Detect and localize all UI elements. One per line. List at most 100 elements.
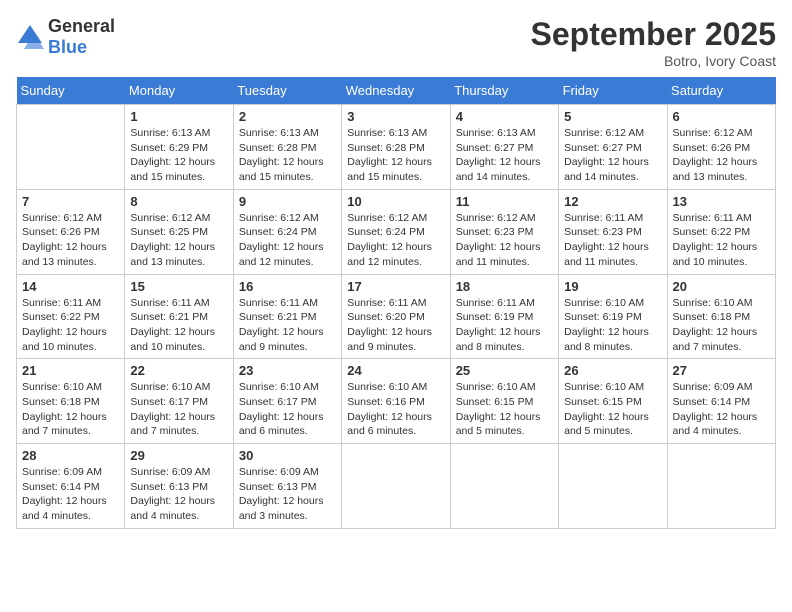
calendar-cell: 15 Sunrise: 6:11 AM Sunset: 6:21 PM Dayli… xyxy=(125,274,233,359)
calendar-cell: 1 Sunrise: 6:13 AM Sunset: 6:29 PM Daylig… xyxy=(125,105,233,190)
day-info: Sunrise: 6:10 AM Sunset: 6:18 PM Dayligh… xyxy=(22,380,119,439)
day-info: Sunrise: 6:13 AM Sunset: 6:28 PM Dayligh… xyxy=(347,126,444,185)
logo-general: General xyxy=(48,16,115,36)
day-number: 18 xyxy=(456,279,553,294)
calendar-week-row: 1 Sunrise: 6:13 AM Sunset: 6:29 PM Daylig… xyxy=(17,105,776,190)
calendar-cell xyxy=(559,444,667,529)
day-number: 6 xyxy=(673,109,770,124)
day-info: Sunrise: 6:10 AM Sunset: 6:17 PM Dayligh… xyxy=(239,380,336,439)
day-number: 24 xyxy=(347,363,444,378)
calendar-cell: 11 Sunrise: 6:12 AM Sunset: 6:23 PM Dayli… xyxy=(450,189,558,274)
day-info: Sunrise: 6:10 AM Sunset: 6:18 PM Dayligh… xyxy=(673,296,770,355)
day-number: 1 xyxy=(130,109,227,124)
day-info: Sunrise: 6:11 AM Sunset: 6:21 PM Dayligh… xyxy=(130,296,227,355)
day-number: 12 xyxy=(564,194,661,209)
day-info: Sunrise: 6:13 AM Sunset: 6:28 PM Dayligh… xyxy=(239,126,336,185)
day-number: 2 xyxy=(239,109,336,124)
day-info: Sunrise: 6:11 AM Sunset: 6:22 PM Dayligh… xyxy=(22,296,119,355)
day-number: 7 xyxy=(22,194,119,209)
calendar-cell xyxy=(342,444,450,529)
calendar-cell: 18 Sunrise: 6:11 AM Sunset: 6:19 PM Dayli… xyxy=(450,274,558,359)
day-number: 22 xyxy=(130,363,227,378)
day-info: Sunrise: 6:13 AM Sunset: 6:29 PM Dayligh… xyxy=(130,126,227,185)
calendar-cell: 17Sunrise: 6:11 AM Sunset: 6:20 PM Dayli… xyxy=(342,274,450,359)
day-number: 30 xyxy=(239,448,336,463)
calendar-cell: 3Sunrise: 6:13 AM Sunset: 6:28 PM Daylig… xyxy=(342,105,450,190)
calendar-cell: 12 Sunrise: 6:11 AM Sunset: 6:23 PM Dayli… xyxy=(559,189,667,274)
day-info: Sunrise: 6:12 AM Sunset: 6:25 PM Dayligh… xyxy=(130,211,227,270)
day-number: 20 xyxy=(673,279,770,294)
day-number: 14 xyxy=(22,279,119,294)
day-number: 16 xyxy=(239,279,336,294)
weekday-header-tuesday: Tuesday xyxy=(233,77,341,105)
calendar-week-row: 7 Sunrise: 6:12 AM Sunset: 6:26 PM Daylig… xyxy=(17,189,776,274)
day-info: Sunrise: 6:10 AM Sunset: 6:17 PM Dayligh… xyxy=(130,380,227,439)
day-number: 19 xyxy=(564,279,661,294)
calendar-cell: 2 Sunrise: 6:13 AM Sunset: 6:28 PM Daylig… xyxy=(233,105,341,190)
day-number: 5 xyxy=(564,109,661,124)
calendar-week-row: 28Sunrise: 6:09 AM Sunset: 6:14 PM Dayli… xyxy=(17,444,776,529)
calendar-cell xyxy=(450,444,558,529)
calendar-cell: 14 Sunrise: 6:11 AM Sunset: 6:22 PM Dayli… xyxy=(17,274,125,359)
calendar-cell: 16 Sunrise: 6:11 AM Sunset: 6:21 PM Dayli… xyxy=(233,274,341,359)
day-info: Sunrise: 6:12 AM Sunset: 6:23 PM Dayligh… xyxy=(456,211,553,270)
day-number: 26 xyxy=(564,363,661,378)
calendar-week-row: 21 Sunrise: 6:10 AM Sunset: 6:18 PM Dayli… xyxy=(17,359,776,444)
day-number: 23 xyxy=(239,363,336,378)
calendar-cell: 10 Sunrise: 6:12 AM Sunset: 6:24 PM Dayli… xyxy=(342,189,450,274)
day-number: 27 xyxy=(673,363,770,378)
day-number: 29 xyxy=(130,448,227,463)
calendar-title: September 2025 xyxy=(531,16,776,53)
calendar-cell xyxy=(667,444,775,529)
day-info: Sunrise: 6:11 AM Sunset: 6:19 PM Dayligh… xyxy=(456,296,553,355)
day-info: Sunrise: 6:10 AM Sunset: 6:15 PM Dayligh… xyxy=(564,380,661,439)
logo-icon xyxy=(16,23,44,51)
day-number: 21 xyxy=(22,363,119,378)
day-info: Sunrise: 6:12 AM Sunset: 6:26 PM Dayligh… xyxy=(22,211,119,270)
day-number: 9 xyxy=(239,194,336,209)
calendar-cell: 9Sunrise: 6:12 AM Sunset: 6:24 PM Daylig… xyxy=(233,189,341,274)
day-number: 11 xyxy=(456,194,553,209)
weekday-header-monday: Monday xyxy=(125,77,233,105)
calendar-cell xyxy=(17,105,125,190)
weekday-header-saturday: Saturday xyxy=(667,77,775,105)
calendar-cell: 29Sunrise: 6:09 AM Sunset: 6:13 PM Dayli… xyxy=(125,444,233,529)
calendar-cell: 25Sunrise: 6:10 AM Sunset: 6:15 PM Dayli… xyxy=(450,359,558,444)
calendar-location: Botro, Ivory Coast xyxy=(531,53,776,69)
calendar-cell: 22 Sunrise: 6:10 AM Sunset: 6:17 PM Dayli… xyxy=(125,359,233,444)
day-info: Sunrise: 6:12 AM Sunset: 6:27 PM Dayligh… xyxy=(564,126,661,185)
calendar-cell: 28Sunrise: 6:09 AM Sunset: 6:14 PM Dayli… xyxy=(17,444,125,529)
day-info: Sunrise: 6:11 AM Sunset: 6:23 PM Dayligh… xyxy=(564,211,661,270)
calendar-cell: 21 Sunrise: 6:10 AM Sunset: 6:18 PM Dayli… xyxy=(17,359,125,444)
logo-blue: Blue xyxy=(48,37,87,57)
weekday-header-row: SundayMondayTuesdayWednesdayThursdayFrid… xyxy=(17,77,776,105)
calendar-cell: 27Sunrise: 6:09 AM Sunset: 6:14 PM Dayli… xyxy=(667,359,775,444)
page-header: General Blue September 2025 Botro, Ivory… xyxy=(16,16,776,69)
day-number: 10 xyxy=(347,194,444,209)
day-number: 13 xyxy=(673,194,770,209)
title-block: September 2025 Botro, Ivory Coast xyxy=(531,16,776,69)
calendar-cell: 8 Sunrise: 6:12 AM Sunset: 6:25 PM Daylig… xyxy=(125,189,233,274)
weekday-header-friday: Friday xyxy=(559,77,667,105)
calendar-cell: 6Sunrise: 6:12 AM Sunset: 6:26 PM Daylig… xyxy=(667,105,775,190)
weekday-header-sunday: Sunday xyxy=(17,77,125,105)
calendar-cell: 5 Sunrise: 6:12 AM Sunset: 6:27 PM Daylig… xyxy=(559,105,667,190)
calendar-week-row: 14 Sunrise: 6:11 AM Sunset: 6:22 PM Dayli… xyxy=(17,274,776,359)
calendar-cell: 19 Sunrise: 6:10 AM Sunset: 6:19 PM Dayli… xyxy=(559,274,667,359)
day-number: 25 xyxy=(456,363,553,378)
day-number: 4 xyxy=(456,109,553,124)
calendar-table: SundayMondayTuesdayWednesdayThursdayFrid… xyxy=(16,77,776,529)
calendar-cell: 4Sunrise: 6:13 AM Sunset: 6:27 PM Daylig… xyxy=(450,105,558,190)
day-number: 15 xyxy=(130,279,227,294)
day-info: Sunrise: 6:11 AM Sunset: 6:21 PM Dayligh… xyxy=(239,296,336,355)
day-info: Sunrise: 6:10 AM Sunset: 6:19 PM Dayligh… xyxy=(564,296,661,355)
day-info: Sunrise: 6:11 AM Sunset: 6:22 PM Dayligh… xyxy=(673,211,770,270)
day-info: Sunrise: 6:10 AM Sunset: 6:16 PM Dayligh… xyxy=(347,380,444,439)
day-info: Sunrise: 6:12 AM Sunset: 6:24 PM Dayligh… xyxy=(347,211,444,270)
day-number: 8 xyxy=(130,194,227,209)
calendar-cell: 23 Sunrise: 6:10 AM Sunset: 6:17 PM Dayli… xyxy=(233,359,341,444)
day-info: Sunrise: 6:11 AM Sunset: 6:20 PM Dayligh… xyxy=(347,296,444,355)
calendar-cell: 24 Sunrise: 6:10 AM Sunset: 6:16 PM Dayli… xyxy=(342,359,450,444)
calendar-cell: 13 Sunrise: 6:11 AM Sunset: 6:22 PM Dayli… xyxy=(667,189,775,274)
logo: General Blue xyxy=(16,16,115,58)
